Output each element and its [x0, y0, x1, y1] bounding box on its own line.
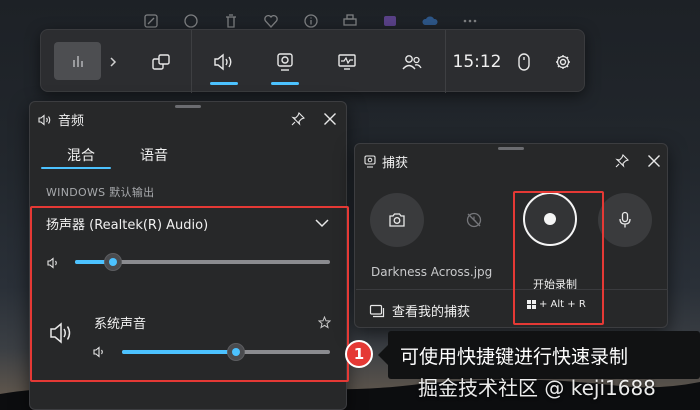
social-widget-button[interactable]: [379, 30, 445, 93]
capture-panel: 捕获 Darkness Across.jpg 开始录制 查看我的捕获 + Alt…: [354, 143, 668, 328]
app-volume-slider[interactable]: [122, 343, 330, 361]
capture-icon: [277, 52, 293, 71]
capture-panel-title: 捕获: [382, 156, 409, 171]
record-last-button[interactable]: [447, 193, 501, 247]
record-shortcut-hint: + Alt + R: [527, 299, 586, 310]
output-device-selector[interactable]: 扬声器 (Realtek(R) Audio): [46, 214, 208, 233]
speaker-small-icon: [38, 113, 51, 126]
capture-divider: [356, 289, 668, 290]
audio-pin-button[interactable]: [288, 109, 308, 129]
chevron-right-icon: [110, 56, 117, 67]
view-my-captures-link[interactable]: 查看我的捕获: [369, 301, 470, 320]
capture-widget-button[interactable]: [255, 30, 315, 93]
gallery-icon: [369, 304, 385, 317]
capture-panel-header: 捕获: [364, 152, 408, 171]
default-output-label: WINDOWS 默认输出: [46, 186, 155, 199]
view-my-captures-label: 查看我的捕获: [392, 305, 471, 320]
speaker-small-icon: [47, 257, 57, 269]
audio-close-button[interactable]: [320, 109, 340, 129]
app-volume-fill: [122, 350, 236, 354]
tab-selected-underline: [41, 167, 111, 169]
game-bar-clock: 15:12: [452, 51, 502, 72]
game-bar: 15:12: [40, 29, 585, 93]
capture-selected-indicator: [271, 82, 299, 85]
screenshot-button[interactable]: [370, 193, 424, 247]
windows-logo-icon: [527, 300, 536, 309]
people-icon: [402, 54, 422, 69]
pin-icon: [615, 154, 629, 168]
audio-widget-button[interactable]: [193, 30, 255, 93]
device-dropdown-button[interactable]: [312, 213, 332, 233]
audio-panel: 音频 混合 语音 WINDOWS 默认输出 扬声器 (Realtek(R) Au…: [29, 101, 347, 410]
app-mute-button[interactable]: [90, 342, 110, 362]
capture-small-icon: [364, 155, 376, 168]
mouse-settings-button[interactable]: [507, 30, 541, 93]
record-dot-icon: [544, 213, 556, 225]
start-recording-button[interactable]: [523, 192, 577, 246]
star-icon: [317, 315, 331, 329]
microphone-icon: [619, 211, 631, 228]
app-name-system-sounds: 系统声音: [94, 317, 147, 332]
audio-selected-indicator: [210, 82, 238, 85]
pin-icon: [291, 112, 305, 126]
expand-chevron-button[interactable]: [103, 30, 123, 93]
tab-mix[interactable]: 混合: [67, 145, 95, 165]
app-sound-icon-container: [48, 320, 76, 346]
widget-store-button[interactable]: [131, 30, 191, 93]
favorite-app-button[interactable]: [314, 312, 334, 332]
audio-panel-header: 音频: [38, 110, 84, 129]
game-bar-home-button[interactable]: [54, 42, 101, 80]
chevron-down-icon: [315, 219, 329, 228]
audio-drag-handle[interactable]: [175, 105, 201, 108]
speaker-small-icon: [93, 346, 103, 358]
camera-icon: [389, 213, 405, 227]
capture-pin-button[interactable]: [612, 151, 632, 171]
record-shortcut-text: + Alt + R: [539, 299, 586, 310]
record-last-disabled-icon: [466, 212, 482, 228]
microphone-button[interactable]: [598, 193, 652, 247]
capture-close-button[interactable]: [644, 151, 664, 171]
audio-divider: [31, 381, 347, 382]
app-volume-thumb[interactable]: [227, 343, 245, 361]
performance-monitor-icon: [338, 53, 356, 70]
audio-panel-title: 音频: [58, 114, 85, 129]
performance-widget-button[interactable]: [317, 30, 377, 93]
close-icon: [648, 155, 660, 167]
tab-voice[interactable]: 语音: [140, 145, 168, 165]
settings-button[interactable]: [545, 30, 581, 93]
speaker-icon: [50, 322, 71, 344]
mouse-icon: [518, 52, 530, 71]
step-badge: 1: [345, 340, 373, 368]
close-icon: [324, 113, 336, 125]
widget-menu-icon: [72, 56, 83, 67]
capture-drag-handle[interactable]: [498, 147, 524, 150]
device-mute-button[interactable]: [44, 253, 64, 273]
gear-icon: [556, 54, 570, 69]
device-volume-slider[interactable]: [75, 253, 330, 271]
widgets-icon: [152, 53, 170, 70]
last-capture-filename: Darkness Across.jpg: [371, 265, 493, 279]
speaker-icon: [214, 53, 232, 70]
watermark: 掘金技术社区 @ keji1688: [418, 376, 656, 400]
device-volume-thumb[interactable]: [104, 253, 122, 271]
